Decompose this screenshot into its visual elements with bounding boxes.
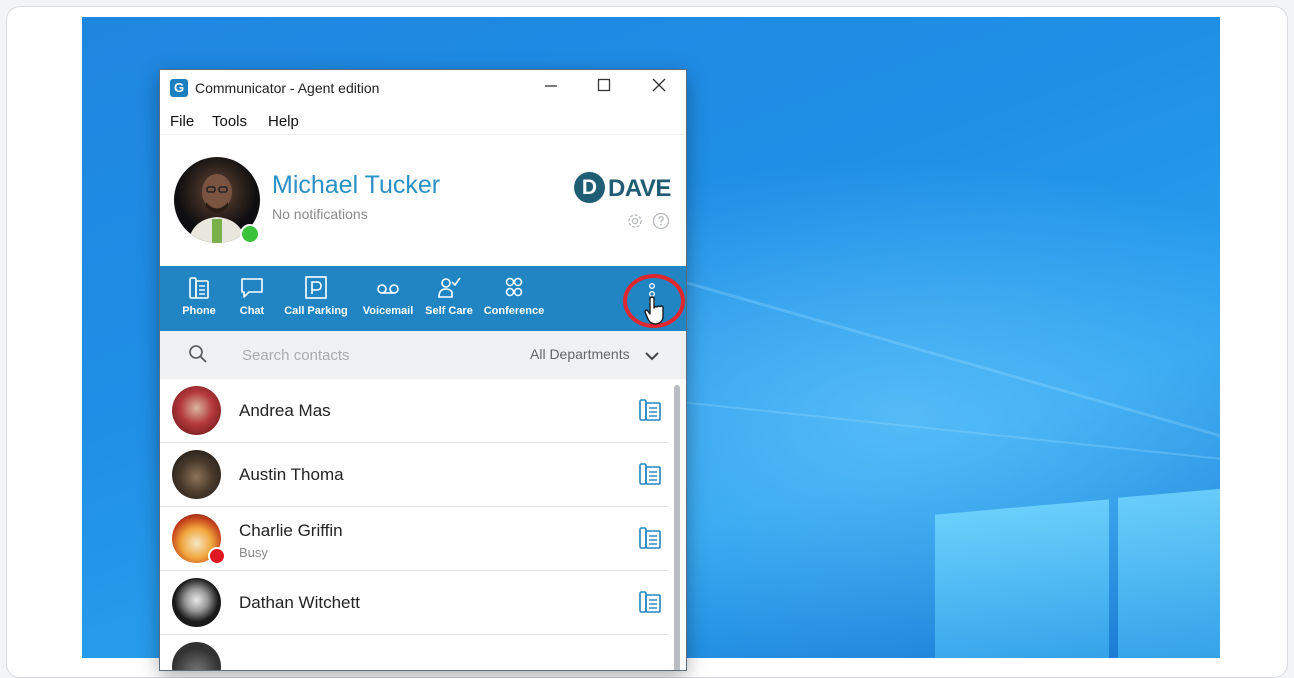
- menu-tools[interactable]: Tools: [212, 113, 247, 130]
- voicemail-icon: [377, 284, 399, 294]
- contact-phone-icon[interactable]: [638, 398, 662, 422]
- menu-bar: File Tools Help: [160, 106, 686, 134]
- phone-icon: [189, 277, 209, 299]
- chat-icon: [241, 278, 263, 298]
- app-logo-icon: G: [170, 79, 188, 97]
- toolbar-chat[interactable]: Chat: [234, 266, 270, 331]
- contact-avatar: [172, 450, 221, 499]
- presence-indicator-busy: [208, 547, 226, 565]
- help-icon[interactable]: [652, 212, 670, 230]
- windows-logo-pane: [935, 499, 1109, 658]
- contact-phone-icon[interactable]: [638, 526, 662, 550]
- user-notification-status: No notifications: [272, 206, 368, 222]
- contact-avatar: [172, 386, 221, 435]
- contact-row[interactable]: Austin Thoma: [160, 443, 667, 507]
- profile-header: Michael Tucker No notifications D DAVE: [160, 134, 686, 266]
- contact-row[interactable]: Charlie Griffin Busy: [160, 507, 667, 571]
- menu-file[interactable]: File: [170, 113, 194, 130]
- toolbar-phone[interactable]: Phone: [178, 266, 220, 331]
- search-bar: Search contacts All Departments: [160, 331, 686, 379]
- contact-avatar: [172, 642, 221, 670]
- contact-name: Charlie Griffin: [239, 521, 343, 540]
- search-input[interactable]: Search contacts: [242, 347, 350, 364]
- contact-name: Andrea Mas: [239, 401, 331, 420]
- chevron-down-icon[interactable]: [644, 350, 660, 362]
- windows-logo-pane: [1118, 488, 1220, 658]
- gear-icon[interactable]: [626, 212, 644, 230]
- toolbar-label: Voicemail: [362, 305, 414, 317]
- hand-cursor-icon: [644, 296, 664, 325]
- contact-phone-icon[interactable]: [638, 462, 662, 486]
- contact-list-scrollbar[interactable]: [674, 385, 680, 670]
- search-icon: [189, 345, 207, 363]
- toolbar-voicemail[interactable]: Voicemail: [360, 266, 416, 331]
- close-icon: [652, 78, 666, 92]
- menu-help[interactable]: Help: [268, 113, 299, 130]
- brand-d-mark: D: [574, 172, 605, 203]
- toolbar-call-parking[interactable]: Call Parking: [282, 266, 350, 331]
- contact-avatar: [172, 578, 221, 627]
- conference-icon: [505, 277, 523, 297]
- feature-toolbar: Phone Chat Call Parking Voicemail Self C…: [160, 266, 686, 331]
- maximize-icon: [597, 78, 611, 92]
- contact-phone-icon[interactable]: [638, 590, 662, 614]
- self-care-icon: [438, 277, 461, 298]
- toolbar-label: Self Care: [425, 305, 473, 317]
- minimize-button[interactable]: [536, 76, 566, 100]
- title-bar: G Communicator - Agent edition: [160, 70, 686, 106]
- close-button[interactable]: [644, 76, 674, 100]
- window-title: Communicator - Agent edition: [195, 80, 380, 96]
- contact-status: Busy: [239, 545, 268, 560]
- light-beam: [641, 397, 1220, 466]
- brand-text: DAVE: [608, 175, 671, 202]
- contact-list: Andrea Mas Austin Thoma Charlie Griffin …: [160, 379, 686, 670]
- parking-icon: [305, 276, 327, 299]
- toolbar-label: Phone: [182, 305, 216, 317]
- communicator-window: G Communicator - Agent edition File Tool…: [160, 70, 686, 670]
- user-name: Michael Tucker: [272, 171, 441, 199]
- contact-name: Dathan Witchett: [239, 593, 360, 612]
- contact-name: Austin Thoma: [239, 465, 344, 484]
- maximize-button[interactable]: [589, 76, 619, 100]
- minimize-icon: [545, 85, 557, 87]
- toolbar-label: Conference: [483, 305, 545, 317]
- toolbar-label: Call Parking: [284, 305, 348, 317]
- presence-indicator-online: [240, 224, 260, 244]
- contact-row[interactable]: Andrea Mas: [160, 379, 667, 443]
- toolbar-label: Chat: [239, 305, 265, 317]
- toolbar-conference[interactable]: Conference: [482, 266, 546, 331]
- department-filter[interactable]: All Departments: [530, 346, 630, 362]
- toolbar-self-care[interactable]: Self Care: [424, 266, 474, 331]
- light-beam: [671, 277, 1220, 451]
- contact-row[interactable]: Dathan Witchett: [160, 571, 667, 635]
